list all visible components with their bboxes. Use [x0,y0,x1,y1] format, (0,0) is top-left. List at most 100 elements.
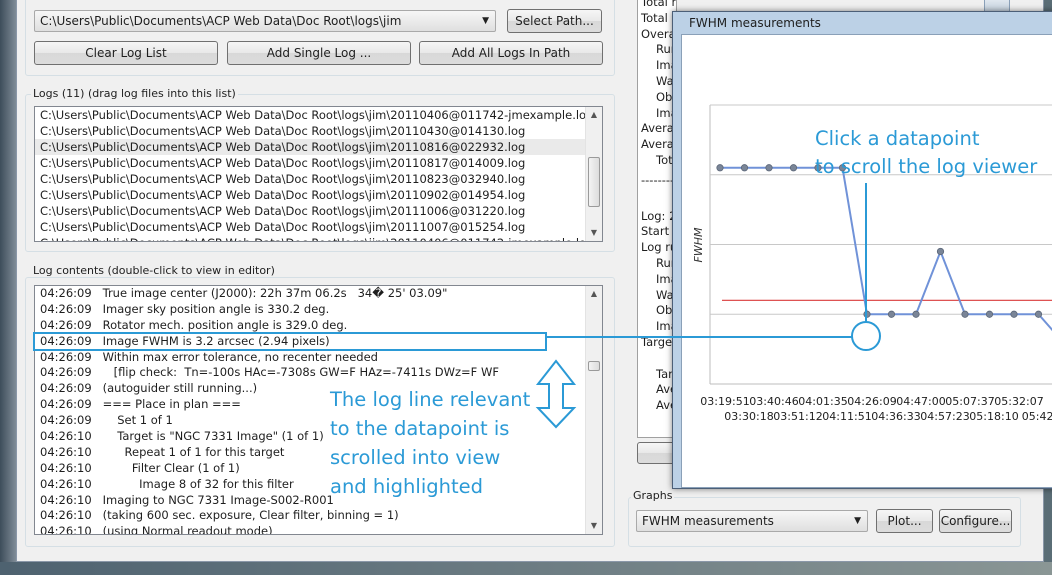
logs-list-items: C:\Users\Public\Documents\ACP Web Data\D… [35,107,602,235]
summary-line: Target [641,334,677,349]
configure-button[interactable]: Configure... [939,509,1012,533]
logs-list[interactable]: C:\Users\Public\Documents\ACP Web Data\D… [34,106,603,242]
summary-line: Averag [641,121,676,136]
log-annotation-line-2: to the datapoint is [330,417,510,440]
list-item[interactable]: C:\Users\Public\Documents\ACP Web Data\D… [35,171,602,187]
x-tick-label: 04:36:33 [871,410,920,423]
summary-line: Wait [656,73,676,88]
scroll-down-icon[interactable]: ▼ [586,518,602,534]
scroll-up-icon[interactable]: ▲ [586,286,602,302]
summary-line: Avera [656,382,676,397]
summary-line: Total n [641,10,677,25]
fwhm-chart: FWHM 03:19:51 03:40:46 04:01:35 04:26:09 04:4… [692,104,1052,423]
add-single-log-button[interactable]: Add Single Log ... [227,41,411,65]
scroll-thumb[interactable] [588,361,600,371]
log-line[interactable]: 04:26:09 Imager sky position angle is 33… [35,302,602,318]
summary-line: Runti [656,42,676,57]
summary-pane: Total number of unique targets: 1Total n… [637,0,677,438]
graphs-group-label: Graphs [631,489,675,502]
data-point[interactable] [765,164,773,172]
x-tick-label: 04:01:35 [798,395,847,408]
data-point[interactable] [887,310,896,318]
scroll-down-icon[interactable]: ▼ [586,225,602,241]
summary-line: Targe [656,366,676,381]
summary-top-lines: Total number of unique targets: 1Total n… [638,0,676,169]
x-tick-label: 04:57:23 [920,410,969,423]
chart-area: FWHM 03:19:51 03:40:46 04:01:35 04:26:09 04:4… [681,34,1052,488]
data-point[interactable] [985,310,994,318]
log-contents-scrollbar[interactable]: ▲ ▼ [585,286,602,534]
add-all-logs-button[interactable]: Add All Logs In Path [419,41,603,65]
data-point[interactable] [1010,310,1018,318]
scroll-up-icon[interactable]: ▲ [586,107,602,123]
summary-line: Imag [656,271,676,286]
chart-annotation-line-2: to scroll the log viewer [815,155,1038,178]
select-path-button[interactable]: Select Path... [507,9,602,33]
data-point[interactable] [936,247,945,256]
list-item[interactable]: C:\Users\Public\Documents\ACP Web Data\D… [35,155,602,171]
summary-line: Imag [656,105,676,120]
fwhm-chart-window: FWHM measurements FWHM 03:19:51 03:40:46 04… [672,11,1052,489]
log-line[interactable]: 04:26:09 Within max error tolerance, no … [35,350,602,366]
data-point[interactable] [912,310,920,318]
summary-line: Averag [641,137,676,152]
summary-line: Runti [656,255,676,270]
path-combo[interactable]: C:\Users\Public\Documents\ACP Web Data\D… [34,10,496,32]
list-item[interactable]: C:\Users\Public\Documents\ACP Web Data\D… [35,187,602,203]
taskbar-edge [0,562,1052,575]
summary-divider: ---------- [641,172,676,187]
chart-annotation: Click a datapoint to scroll the log view… [815,125,1037,181]
x-tick-label: 03:19:51 [700,395,749,408]
list-item[interactable]: C:\Users\Public\Documents\ACP Web Data\D… [35,203,602,219]
list-item[interactable]: C:\Users\Public\Documents\ACP Web Data\D… [35,107,602,123]
x-tick-label: 05:32:07 [994,395,1043,408]
log-line[interactable]: 04:26:10 (using Normal readout mode) [35,524,602,534]
fwhm-series-line [720,166,1052,332]
data-point[interactable] [961,310,969,318]
summary-action-button[interactable] [637,442,677,464]
logs-group-label: Logs (11) (drag log files into this list… [31,87,238,100]
scroll-thumb[interactable] [588,157,600,207]
logs-list-scrollbar[interactable]: ▲ ▼ [585,107,602,241]
y-axis-label: FWHM [692,227,705,262]
data-point[interactable] [789,164,798,172]
x-tick-label: 03:30:18 [724,410,773,423]
graph-select-value: FWHM measurements [642,514,774,528]
list-item[interactable]: C:\Users\Public\Documents\ACP Web Data\D… [35,123,602,139]
summary-line: Avera [656,398,676,413]
log-line[interactable]: 04:26:10 (taking 600 sec. exposure, Clea… [35,508,602,524]
clear-log-list-button[interactable]: Clear Log List [34,41,218,65]
x-tick-label: 04:26:09 [847,395,896,408]
log-line[interactable]: 04:26:09 True image center (J2000): 22h … [35,286,602,302]
summary-line: Obse [656,89,676,104]
x-tick-label: 05:18:10 [969,410,1018,423]
plot-button[interactable]: Plot... [876,509,933,533]
log-line[interactable]: 04:26:09 [flip check: Tn=-100s HAc=-7308… [35,365,602,381]
chevron-down-icon: ▼ [482,16,489,26]
summary-line: Total number of unique targets: 1 [641,0,676,9]
x-tick-label: 03:40:46 [749,395,798,408]
log-line[interactable]: 04:26:09 Rotator mech. position angle is… [35,318,602,334]
log-annotation-line-3: scrolled into view [330,446,501,469]
x-tick-label: 04:47:00 [896,395,945,408]
log-contents-label: Log contents (double-click to view in ed… [31,264,277,277]
data-point[interactable] [740,164,749,172]
summary-line: Obse [656,303,676,318]
x-tick-label: 05:07:37 [945,395,994,408]
summary-line [638,351,676,367]
graph-select[interactable]: FWHM measurements ▼ [636,510,868,532]
list-item[interactable]: C:\Users\Public\Documents\ACP Web Data\D… [35,219,602,235]
data-point[interactable] [716,164,724,172]
popup-title: FWHM measurements [689,16,821,30]
summary-line: Log: 2 [641,208,677,223]
summary-bottom-lines: Log: 2Start dLog ruRuntiImagWaitObseImag… [638,209,676,414]
desktop-edge [0,0,16,575]
x-tick-label: 05:42:3 [1022,410,1052,423]
list-item[interactable]: C:\Users\Public\Documents\ACP Web Data\D… [35,139,602,155]
summary-line: Imag [656,58,676,73]
list-item[interactable]: C:\Users\Public\Documents\ACP Web Data\D… [35,235,602,241]
log-line-highlighted[interactable]: 04:26:09 Image FWHM is 3.2 arcsec (2.94 … [35,334,602,350]
data-point[interactable] [863,310,871,318]
log-annotation: The log line relevant to the datapoint i… [330,385,530,501]
data-point[interactable] [1034,310,1043,318]
